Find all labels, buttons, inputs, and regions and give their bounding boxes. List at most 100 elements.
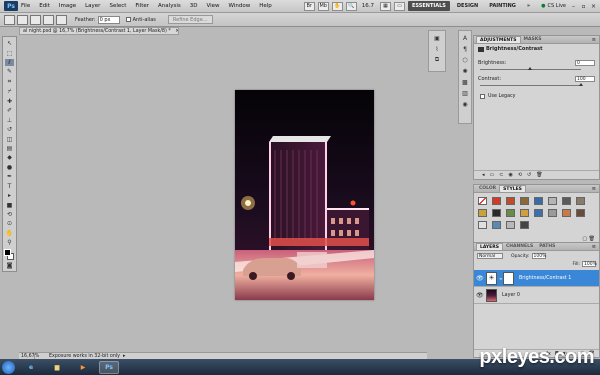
expand-view-icon[interactable]: ▭ bbox=[490, 172, 495, 178]
tab-channels[interactable]: CHANNELS bbox=[503, 243, 536, 250]
zoom-level[interactable]: 16.7 bbox=[362, 3, 374, 9]
gradient-tool-icon[interactable]: ▤ bbox=[5, 145, 14, 152]
brightness-slider[interactable] bbox=[480, 67, 581, 70]
start-button[interactable] bbox=[2, 360, 15, 374]
quick-select-tool-icon[interactable]: ✎ bbox=[5, 68, 14, 75]
menu-analysis[interactable]: Analysis bbox=[158, 3, 181, 9]
selection-new-icon[interactable] bbox=[17, 14, 28, 25]
foreground-color-swatch[interactable] bbox=[4, 249, 11, 257]
paragraph-panel-icon[interactable]: ¶ bbox=[461, 45, 470, 53]
style-swatch[interactable] bbox=[562, 209, 571, 217]
styles-menu-icon[interactable]: ≡ bbox=[592, 186, 596, 192]
brightness-input[interactable]: 0 bbox=[575, 60, 595, 66]
menu-view[interactable]: View bbox=[206, 3, 219, 9]
character-panel-icon[interactable]: A bbox=[461, 34, 470, 42]
menu-image[interactable]: Image bbox=[59, 3, 76, 9]
feather-input[interactable]: 0 px bbox=[97, 15, 120, 24]
menu-help[interactable]: Help bbox=[259, 3, 272, 9]
menu-window[interactable]: Window bbox=[229, 3, 251, 9]
style-swatch[interactable] bbox=[478, 197, 487, 205]
selection-intersect-icon[interactable] bbox=[56, 14, 67, 25]
menu-select[interactable]: Select bbox=[109, 3, 126, 9]
menu-file[interactable]: File bbox=[21, 3, 30, 9]
tab-layers[interactable]: LAYERS bbox=[476, 243, 503, 250]
use-legacy-option[interactable]: Use Legacy bbox=[474, 94, 599, 99]
3d-lights-icon[interactable]: ✺ bbox=[461, 67, 470, 75]
menu-3d[interactable]: 3D bbox=[190, 3, 198, 9]
style-swatch[interactable] bbox=[478, 209, 487, 217]
launch-bridge-button[interactable]: Br bbox=[303, 1, 315, 11]
zoom-tool-icon[interactable]: ⚲ bbox=[5, 239, 14, 246]
menu-layer[interactable]: Layer bbox=[85, 3, 100, 9]
marquee-tool-icon[interactable]: ⬚ bbox=[5, 49, 14, 57]
layers-menu-icon[interactable]: ≡ bbox=[592, 244, 596, 250]
tab-paths[interactable]: PATHS bbox=[536, 243, 558, 250]
style-swatch[interactable] bbox=[534, 197, 543, 205]
style-swatch[interactable] bbox=[576, 197, 585, 205]
layer-row-brightness-contrast[interactable]: 👁 ☀ ∞ Brightness/Contrast 1 bbox=[474, 270, 599, 287]
type-tool-icon[interactable]: T bbox=[5, 182, 14, 190]
style-swatch[interactable] bbox=[520, 197, 529, 205]
layer-row-layer0[interactable]: 👁 Layer 0 bbox=[474, 287, 599, 304]
workspace-design[interactable]: DESIGN bbox=[453, 1, 482, 11]
delete-adjustment-icon[interactable]: 🗑 bbox=[536, 172, 542, 178]
crop-tool-icon[interactable]: ⌗ bbox=[5, 78, 14, 86]
pen-tool-icon[interactable]: ✒ bbox=[5, 173, 14, 180]
menu-filter[interactable]: Filter bbox=[135, 3, 149, 9]
style-swatch[interactable] bbox=[520, 221, 529, 229]
style-swatch[interactable] bbox=[492, 197, 501, 205]
style-swatch[interactable] bbox=[562, 197, 571, 205]
healing-tool-icon[interactable]: ✚ bbox=[5, 98, 14, 105]
style-swatch[interactable] bbox=[506, 197, 515, 205]
blend-mode-select[interactable]: Normal bbox=[477, 253, 503, 259]
lasso-tool-icon[interactable]: ℓ bbox=[5, 58, 14, 67]
style-swatch[interactable] bbox=[548, 209, 557, 217]
style-swatch[interactable] bbox=[506, 221, 515, 229]
workspace-painting[interactable]: PAINTING bbox=[485, 1, 520, 11]
style-swatch[interactable] bbox=[492, 221, 501, 229]
tab-styles[interactable]: STYLES bbox=[499, 185, 526, 192]
contrast-input[interactable]: 100 bbox=[575, 76, 595, 82]
style-swatch[interactable] bbox=[548, 197, 557, 205]
view-previous-icon[interactable]: ⟲ bbox=[518, 172, 522, 178]
style-swatch[interactable] bbox=[576, 209, 585, 217]
minimize-icon[interactable]: – bbox=[570, 3, 577, 10]
zoom-tool-icon[interactable]: 🔍 bbox=[345, 1, 357, 11]
internet-explorer-icon[interactable]: e bbox=[21, 361, 41, 374]
visibility-icon[interactable]: ◉ bbox=[508, 172, 512, 178]
hand-tool-icon[interactable]: ✋ bbox=[5, 230, 14, 237]
3d-panel-icon[interactable]: ⬡ bbox=[461, 56, 470, 64]
hand-tool-icon[interactable]: ✋ bbox=[331, 1, 343, 11]
contrast-slider-handle[interactable] bbox=[578, 83, 583, 86]
cs-live-button[interactable]: ● CS Live bbox=[541, 3, 566, 9]
reset-icon[interactable]: ↺ bbox=[527, 172, 531, 178]
panel-menu-icon[interactable]: ≡ bbox=[592, 37, 596, 43]
history-panel-icon[interactable]: ▣ bbox=[433, 34, 442, 42]
style-swatch[interactable] bbox=[492, 209, 501, 217]
layer-visibility-eye-icon[interactable]: 👁 bbox=[476, 292, 484, 299]
file-explorer-icon[interactable]: ▆ bbox=[47, 361, 67, 374]
clip-layer-icon[interactable]: ⊂ bbox=[499, 172, 503, 178]
style-swatch[interactable] bbox=[478, 221, 487, 229]
style-swatch[interactable] bbox=[520, 209, 529, 217]
info-panel-icon[interactable]: ▥ bbox=[461, 89, 470, 97]
eyedropper-tool-icon[interactable]: ⌿ bbox=[5, 88, 14, 96]
style-swatch[interactable] bbox=[534, 209, 543, 217]
return-icon[interactable]: ◂ bbox=[482, 172, 485, 178]
tab-adjustments[interactable]: ADJUSTMENTS bbox=[476, 36, 521, 43]
use-legacy-checkbox[interactable] bbox=[480, 94, 485, 99]
move-tool-icon[interactable]: ↖ bbox=[5, 40, 14, 47]
refine-edge-button[interactable]: Refine Edge... bbox=[167, 15, 213, 24]
media-player-icon[interactable]: ▶ bbox=[73, 361, 93, 374]
color-swatches[interactable] bbox=[3, 248, 16, 261]
document-image[interactable] bbox=[235, 90, 374, 300]
lasso-preset-icon[interactable] bbox=[4, 14, 15, 25]
quick-mask-icon[interactable]: ◙ bbox=[5, 261, 14, 269]
3d-orbit-tool-icon[interactable]: ⊙ bbox=[5, 220, 14, 227]
brush-presets-icon[interactable]: ⌇ bbox=[433, 45, 442, 53]
launch-minibridge-button[interactable]: Mb bbox=[317, 1, 329, 11]
style-swatch[interactable] bbox=[506, 209, 515, 217]
layer-mask-thumbnail[interactable] bbox=[503, 271, 514, 285]
restore-icon[interactable]: ▫ bbox=[580, 3, 587, 10]
antialias-checkbox[interactable] bbox=[125, 17, 131, 22]
